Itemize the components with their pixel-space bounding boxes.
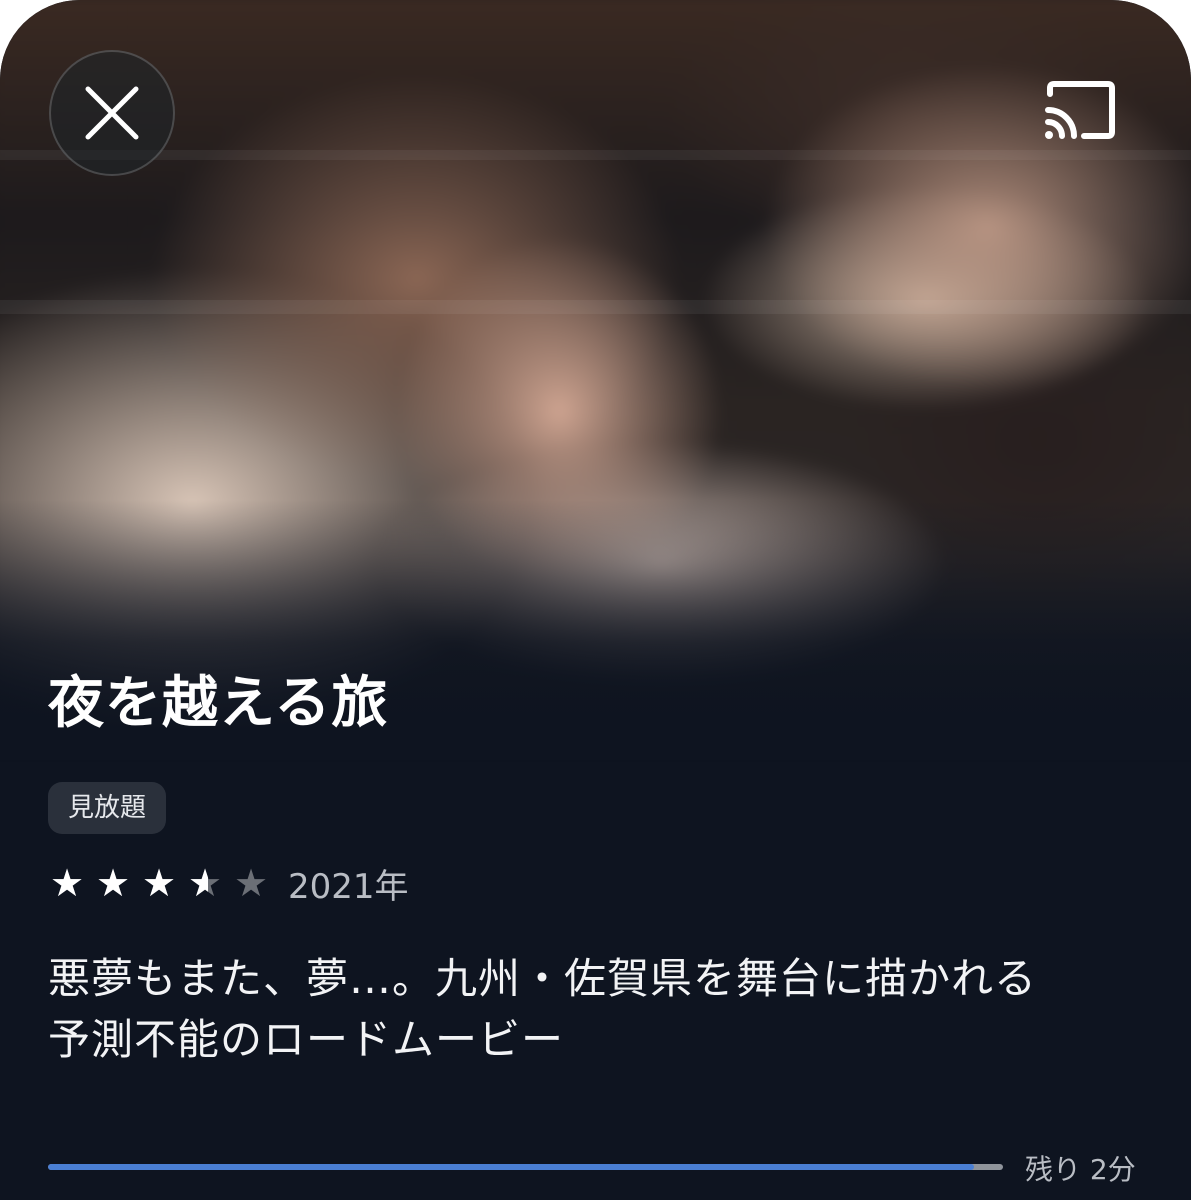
release-year: 2021年 [288, 866, 409, 907]
plan-badge: 見放題 [48, 782, 167, 834]
star-fill: ★ [96, 863, 131, 903]
star-rating: ★ ★ ★ ★ ★ ★ ★ ★ ★ [50, 863, 274, 903]
cast-icon [1045, 81, 1115, 139]
synopsis-line: 悪夢もまた、夢…。九州・佐賀県を舞台に描かれる [48, 954, 1038, 1003]
star-icon: ★ ★ [188, 861, 223, 905]
star-icon: ★ ★ [96, 863, 136, 903]
star-icon: ★ ★ [50, 863, 90, 903]
meta-row: ★ ★ ★ ★ ★ ★ ★ ★ ★ 2021年 [50, 858, 409, 908]
hero-motion-streak [0, 300, 1191, 314]
cast-button[interactable] [1040, 80, 1118, 144]
star-icon: ★ ★ [142, 863, 182, 903]
watch-progress-bar [48, 1164, 1003, 1170]
watch-progress-fill [48, 1164, 975, 1170]
title: 夜を越える旅 [48, 671, 389, 736]
time-remaining: 残り 2分 [1025, 1153, 1136, 1186]
synopsis-line: 予測不能のロードムービー [48, 1015, 565, 1064]
star-fill: ★ [188, 863, 208, 903]
close-x-icon [85, 86, 139, 140]
synopsis: 悪夢もまた、夢…。九州・佐賀県を舞台に描かれる 予測不能のロードムービー [48, 948, 1148, 1070]
star-fill: ★ [50, 863, 85, 903]
star-fill: ★ [142, 863, 177, 903]
star-icon: ★ [234, 861, 269, 905]
hero-motion-streak [0, 150, 1191, 160]
close-button[interactable] [49, 50, 175, 176]
detail-screen: 夜を越える旅 見放題 ★ ★ ★ ★ ★ ★ ★ ★ ★ 2021年 悪夢もまた、夢…。九州・佐… [0, 0, 1191, 1200]
